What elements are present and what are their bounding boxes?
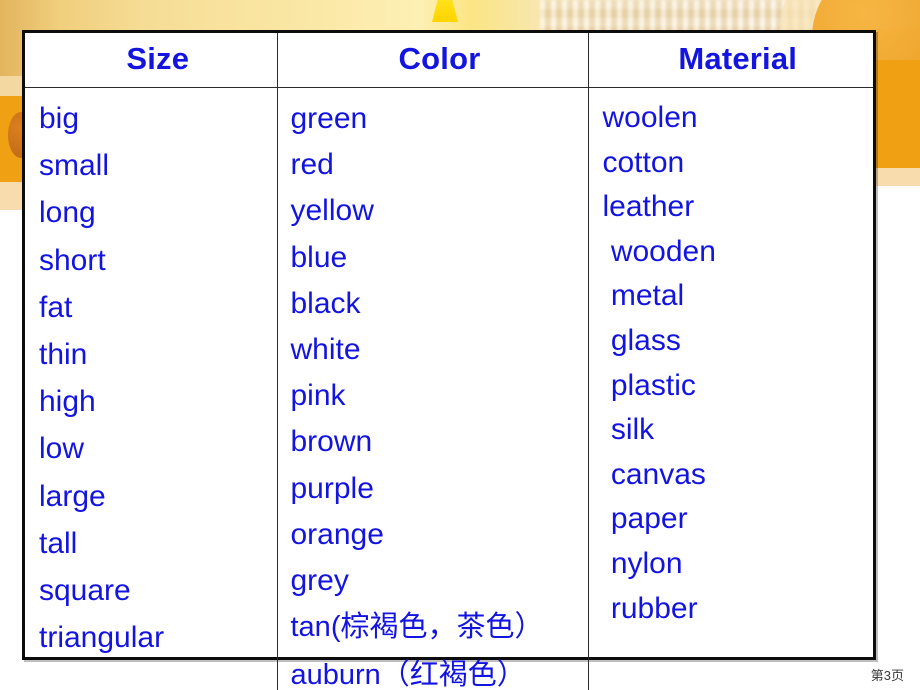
list-item: big [39, 102, 80, 135]
list-item: red [290, 148, 334, 182]
list-item: wooden [602, 234, 716, 268]
list-item: silk [602, 413, 655, 447]
material-word-list: woolen cotton leather wooden metal glass… [589, 88, 874, 632]
list-item: fat [39, 290, 73, 324]
list-item: tan(棕褐色，茶色） [290, 611, 544, 644]
list-item: plastic [602, 368, 696, 402]
list-item: grey [290, 563, 349, 597]
list-item: thin [39, 337, 88, 371]
background-right-pale-slab [874, 168, 920, 186]
column-header-material: Material [587, 33, 873, 88]
list-item: orange [290, 517, 384, 551]
table-header-row: Size Color Material [25, 33, 873, 88]
list-item: blue [290, 240, 348, 274]
list-item: woolen [602, 101, 698, 134]
table-body-row: big small long short fat thin high low l… [25, 86, 874, 690]
list-item: canvas [602, 457, 706, 491]
size-word-list: big small long short fat thin high low l… [25, 88, 277, 663]
background-right-orange-slab [874, 60, 920, 175]
list-item: green [290, 102, 368, 135]
column-cell-color: green red yellow blue black white pink b… [276, 86, 589, 690]
list-item: pink [290, 379, 346, 413]
vocabulary-table-container: Size Color Material big small long short… [22, 30, 876, 690]
list-item: nylon [602, 546, 683, 580]
list-item: black [290, 286, 361, 320]
color-word-list: green red yellow blue black white pink b… [278, 88, 588, 690]
column-header-size-label: Size [126, 41, 190, 76]
list-item: glass [602, 323, 681, 357]
list-item: purple [290, 471, 374, 505]
list-item: metal [602, 279, 685, 313]
slide-canvas: www.zixin.com.cn Size Color Material [0, 0, 920, 690]
list-item: yellow [290, 194, 374, 228]
column-cell-material: woolen cotton leather wooden metal glass… [587, 86, 874, 690]
list-item: auburn（红褐色） [290, 659, 526, 690]
column-header-size: Size [25, 33, 278, 88]
column-header-material-label: Material [678, 41, 798, 76]
column-cell-size: big small long short fat thin high low l… [25, 86, 278, 690]
list-item: brown [290, 425, 373, 459]
list-item: large [39, 479, 106, 513]
list-item: low [39, 432, 85, 466]
column-header-color-label: Color [398, 41, 481, 76]
list-item: small [39, 149, 110, 183]
list-item: high [39, 385, 96, 419]
list-item: square [39, 573, 131, 607]
list-item: short [39, 243, 106, 277]
vocabulary-table: Size Color Material big small long short… [25, 33, 873, 690]
list-item: leather [602, 190, 695, 224]
list-item: long [39, 196, 96, 230]
list-item: paper [602, 502, 688, 536]
list-item: tall [39, 526, 78, 560]
list-item: white [290, 332, 361, 366]
list-item: cotton [602, 145, 685, 179]
list-item: triangular [39, 621, 165, 655]
column-header-color: Color [276, 33, 589, 88]
page-number: 第3页 [870, 668, 904, 683]
list-item: rubber [602, 591, 698, 625]
